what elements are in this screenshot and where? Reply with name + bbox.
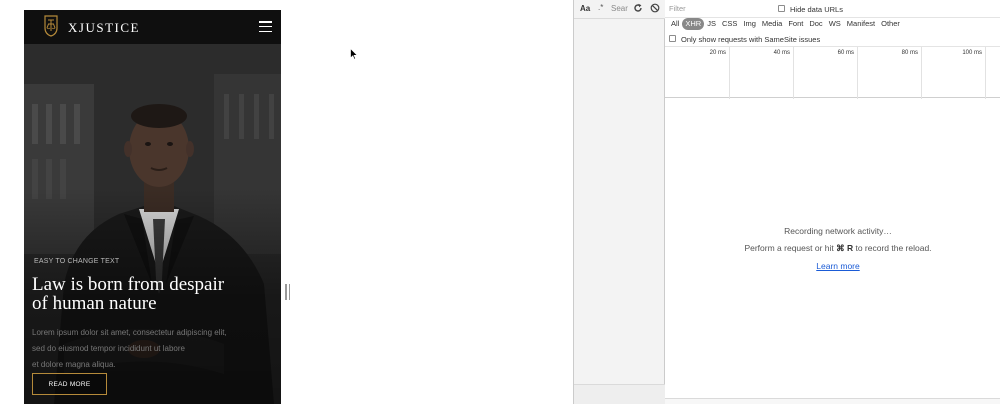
timeline-tick-label: 40 ms xyxy=(773,50,790,56)
network-overview-timeline[interactable]: 20 ms 40 ms 60 ms 80 ms 100 ms xyxy=(665,46,1000,99)
hero-title-line: Law is born from despair xyxy=(32,274,225,295)
clear-icon[interactable] xyxy=(650,3,660,13)
resource-type-other[interactable]: Other xyxy=(878,18,903,30)
empty-state-hint-text: to record the reload. xyxy=(853,243,932,253)
logo-icon[interactable] xyxy=(42,14,60,38)
search-input[interactable]: Sear xyxy=(611,4,628,13)
empty-state-hint-text: Perform a request or hit xyxy=(744,243,837,253)
regex-toggle[interactable]: .* xyxy=(598,3,603,12)
match-case-toggle[interactable]: Aa xyxy=(580,4,590,13)
timeline-tick-label: 60 ms xyxy=(837,50,854,56)
samesite-issues-checkbox[interactable] xyxy=(669,35,676,42)
resource-type-font[interactable]: Font xyxy=(785,18,806,30)
timeline-gridline xyxy=(793,47,794,99)
screen: XJUSTICE EASY TO CHANGE TEXT Law is born… xyxy=(0,0,1000,404)
resource-type-manifest[interactable]: Manifest xyxy=(844,18,878,30)
refresh-icon[interactable] xyxy=(633,3,643,13)
resource-type-all[interactable]: All xyxy=(668,18,682,30)
mobile-preview: XJUSTICE EASY TO CHANGE TEXT Law is born… xyxy=(24,10,281,404)
timeline-gridline xyxy=(857,47,858,99)
resource-type-filters: All XHR JS CSS Img Media Font Doc WS Manifest Othe… xyxy=(668,17,903,31)
resource-type-js[interactable]: JS xyxy=(704,18,719,30)
hero-eyebrow: EASY TO CHANGE TEXT xyxy=(34,258,120,265)
menu-icon[interactable] xyxy=(259,21,272,32)
mouse-pointer-icon xyxy=(350,48,358,60)
timeline-gridline xyxy=(921,47,922,99)
timeline-gridline xyxy=(985,47,986,99)
resource-type-img[interactable]: Img xyxy=(740,18,759,30)
hero-title-line: of human nature xyxy=(32,293,157,314)
resource-type-xhr[interactable]: XHR xyxy=(682,18,705,30)
reload-shortcut: ⌘ R xyxy=(836,243,854,253)
hero-section: EASY TO CHANGE TEXT Law is born from des… xyxy=(24,44,281,404)
timeline-tick-label: 80 ms xyxy=(901,50,918,56)
resource-type-css[interactable]: CSS xyxy=(719,18,740,30)
hero-title: Law is born from despair of human nature xyxy=(32,275,277,313)
hide-data-urls-checkbox[interactable] xyxy=(778,5,785,12)
learn-more-link[interactable]: Learn more xyxy=(665,261,1000,271)
viewport-resize-handle[interactable] xyxy=(285,284,290,300)
resource-type-ws[interactable]: WS xyxy=(826,18,844,30)
network-panel: Filter Hide data URLs All XHR JS CSS Img Medi… xyxy=(665,0,1000,404)
empty-state-title: Recording network activity… xyxy=(784,226,892,236)
hero-description-line: Lorem ipsum dolor sit amet, consectetur … xyxy=(32,328,227,337)
timeline-tick-label: 100 ms xyxy=(962,50,982,56)
samesite-issues-label: Only show requests with SameSite issues xyxy=(681,35,821,44)
search-toolbar: Aa .* Sear xyxy=(574,0,665,19)
empty-state-hint: Perform a request or hit ⌘ R to record t… xyxy=(665,243,1000,254)
read-more-button[interactable]: READ MORE xyxy=(32,373,107,395)
devtools-panel: Aa .* Sear Filter Hide data URLs All XHR… xyxy=(573,0,1000,404)
brand-name[interactable]: XJUSTICE xyxy=(68,20,140,36)
hero-description-line: et dolore magna aliqua. xyxy=(32,360,116,369)
timeline-gridline xyxy=(729,47,730,99)
search-pane: Aa .* Sear xyxy=(574,0,665,404)
filter-input[interactable]: Filter xyxy=(668,3,768,15)
hero-description-line: sed do eiusmod tempor incididunt ut labo… xyxy=(32,344,185,353)
resource-type-media[interactable]: Media xyxy=(759,18,785,30)
search-status-bar xyxy=(574,384,665,404)
network-status-bar xyxy=(665,398,1000,404)
hero-description: Lorem ipsum dolor sit amet, consectetur … xyxy=(32,325,272,373)
site-header: XJUSTICE xyxy=(24,10,281,44)
timeline-tick-label: 20 ms xyxy=(709,50,726,56)
network-filter-bar: Filter Hide data URLs xyxy=(665,0,1000,18)
resource-type-doc[interactable]: Doc xyxy=(806,18,825,30)
hide-data-urls-label: Hide data URLs xyxy=(790,5,843,14)
